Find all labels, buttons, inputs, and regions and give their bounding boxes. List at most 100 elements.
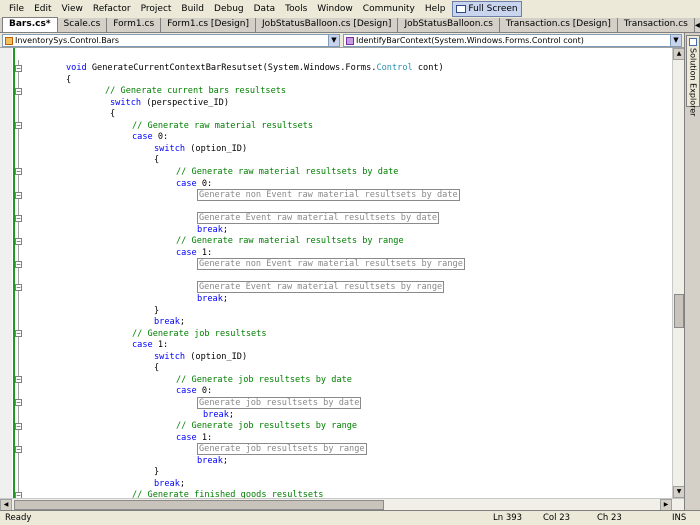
code-text: } — [154, 305, 160, 316]
tab-jobstatusballoon-cs-design[interactable]: JobStatusBalloon.cs [Design] — [256, 18, 399, 32]
menu-items: File Edit View Refactor Project Build Debug Dat… — [4, 1, 450, 17]
code-line[interactable]: Generate non Event raw material resultse… — [197, 258, 465, 271]
code-line[interactable]: { — [66, 74, 71, 86]
indicator-margin[interactable] — [0, 48, 12, 498]
outline-collapse-icon[interactable]: − — [15, 445, 22, 453]
code-line[interactable]: break; — [203, 409, 234, 421]
vertical-scroll-thumb[interactable] — [674, 294, 684, 328]
menu-refactor[interactable]: Refactor — [88, 1, 136, 17]
code-keyword: case — [176, 247, 197, 258]
code-line[interactable]: // Generate job resultsets — [132, 328, 267, 340]
solution-explorer-label: Solution Explorer — [688, 48, 698, 117]
code-editor[interactable]: void GenerateCurrentContextBarResutset(S… — [0, 48, 684, 498]
menu-project[interactable]: Project — [136, 1, 177, 17]
tab-scale-cs[interactable]: Scale.cs — [58, 18, 108, 32]
menu-edit[interactable]: Edit — [29, 1, 56, 17]
code-line[interactable]: case 0: — [176, 385, 212, 397]
code-line[interactable]: switch (option_ID) — [154, 351, 247, 363]
outline-collapse-icon[interactable]: − — [15, 122, 22, 130]
code-line[interactable]: // Generate raw material resultsets — [132, 120, 313, 132]
code-text: (perspective_ID) — [141, 97, 230, 108]
code-text: ; — [179, 478, 186, 489]
code-text: ; — [222, 294, 229, 304]
code-line[interactable]: // Generate job resultsets by range — [176, 420, 357, 432]
collapsed-region[interactable]: Generate job resultsets by date — [197, 396, 362, 409]
class-icon — [5, 36, 13, 45]
chevron-down-icon[interactable]: ▼ — [670, 35, 681, 46]
tab-bars-cs[interactable]: Bars.cs* — [2, 17, 58, 32]
code-line[interactable]: break; — [154, 316, 185, 328]
tab-transaction-cs[interactable]: Transaction.cs — [618, 18, 695, 32]
collapsed-region[interactable]: Generate Event raw material resultsets b… — [197, 281, 445, 294]
code-line[interactable]: break; — [197, 293, 228, 305]
collapsed-region[interactable]: Generate non Event raw material resultse… — [197, 189, 460, 202]
outline-collapse-icon[interactable]: − — [15, 260, 22, 268]
collapsed-region[interactable]: Generate non Event raw material resultse… — [197, 258, 465, 271]
tab-form1-cs-design[interactable]: Form1.cs [Design] — [161, 18, 257, 32]
code-line[interactable]: { — [154, 362, 159, 374]
code-text: ; — [222, 455, 229, 466]
menu-window[interactable]: Window — [312, 1, 358, 17]
menu-community[interactable]: Community — [358, 1, 420, 17]
menu-view[interactable]: View — [57, 1, 88, 17]
code-line[interactable]: switch (option_ID) — [154, 143, 247, 155]
code-line[interactable]: case 0: — [176, 178, 212, 190]
horizontal-scrollbar[interactable]: ◀ ▶ — [0, 498, 684, 511]
solution-explorer-tab[interactable]: Solution Explorer — [686, 35, 700, 116]
menu-help[interactable]: Help — [420, 1, 451, 17]
tab-transaction-cs-design[interactable]: Transaction.cs [Design] — [500, 18, 618, 32]
code-line[interactable]: Generate non Event raw material resultse… — [197, 189, 460, 202]
code-line[interactable]: } — [154, 305, 159, 317]
collapsed-region[interactable]: Generate Event raw material resultsets b… — [197, 212, 439, 225]
outline-collapse-icon[interactable]: − — [15, 87, 22, 95]
outline-collapse-icon[interactable]: − — [15, 422, 22, 430]
code-comment: // Generate current bars resultsets — [105, 86, 287, 97]
class-dropdown[interactable]: InventorySys.Control.Bars ▼ — [2, 34, 340, 47]
code-line[interactable]: case 0: — [132, 131, 168, 143]
code-line[interactable]: } — [154, 466, 159, 478]
code-line[interactable]: break; — [197, 455, 228, 467]
code-line[interactable]: { — [154, 154, 159, 166]
menu-file[interactable]: File — [4, 1, 29, 17]
code-comment: // Generate raw material resultsets by r… — [176, 236, 404, 247]
code-line[interactable]: // Generate raw material resultsets by d… — [176, 166, 398, 178]
code-line[interactable]: case 1: — [176, 247, 212, 259]
outline-collapse-icon[interactable]: − — [15, 376, 22, 384]
code-line[interactable]: Generate Event raw material resultsets b… — [197, 281, 445, 294]
code-line[interactable]: Generate job resultsets by range — [197, 443, 367, 456]
code-line[interactable]: // Generate job resultsets by date — [176, 374, 352, 386]
member-dropdown[interactable]: IdentifyBarContext(System.Windows.Forms.… — [343, 34, 682, 47]
chevron-down-icon[interactable]: ▼ — [328, 35, 339, 46]
collapsed-region[interactable]: Generate job resultsets by range — [197, 443, 367, 456]
outline-collapse-icon[interactable]: − — [15, 330, 22, 338]
full-screen-button[interactable]: Full Screen — [452, 1, 522, 17]
code-line[interactable]: break; — [154, 478, 185, 490]
menu-debug[interactable]: Debug — [209, 1, 249, 17]
code-line[interactable]: // Generate finished goods resultsets — [132, 489, 323, 498]
code-line[interactable]: break; — [197, 224, 228, 236]
outline-collapse-icon[interactable]: − — [15, 237, 22, 245]
outline-collapse-icon[interactable]: − — [15, 64, 22, 72]
outline-collapse-icon[interactable]: − — [15, 168, 22, 176]
code-line[interactable]: switch (perspective_ID) — [110, 97, 229, 109]
menu-tools[interactable]: Tools — [280, 1, 312, 17]
horizontal-scroll-thumb[interactable] — [14, 500, 384, 510]
code-line[interactable]: Generate job resultsets by date — [197, 396, 362, 409]
menu-data[interactable]: Data — [249, 1, 281, 17]
menu-build[interactable]: Build — [176, 1, 209, 17]
code-line[interactable]: void GenerateCurrentContextBarResutset(S… — [66, 62, 444, 74]
outline-collapse-icon[interactable]: − — [15, 214, 22, 222]
code-line[interactable]: case 1: — [132, 339, 168, 351]
code-line[interactable]: case 1: — [176, 432, 212, 444]
tab-scroll-left-icon[interactable]: ◂ — [695, 20, 700, 31]
outline-collapse-icon[interactable]: − — [15, 283, 22, 291]
code-line[interactable]: // Generate current bars resultsets — [105, 85, 286, 97]
vertical-scrollbar[interactable]: ▲ ▼ — [672, 48, 685, 498]
tab-jobstatusballoon-cs[interactable]: JobStatusBalloon.cs — [398, 18, 500, 32]
code-line[interactable]: { — [110, 108, 115, 120]
outline-collapse-icon[interactable]: − — [15, 399, 22, 407]
outline-collapse-icon[interactable]: − — [15, 191, 22, 199]
code-line[interactable]: // Generate raw material resultsets by r… — [176, 235, 404, 247]
code-line[interactable]: Generate Event raw material resultsets b… — [197, 212, 439, 225]
tab-form1-cs[interactable]: Form1.cs — [107, 18, 162, 32]
